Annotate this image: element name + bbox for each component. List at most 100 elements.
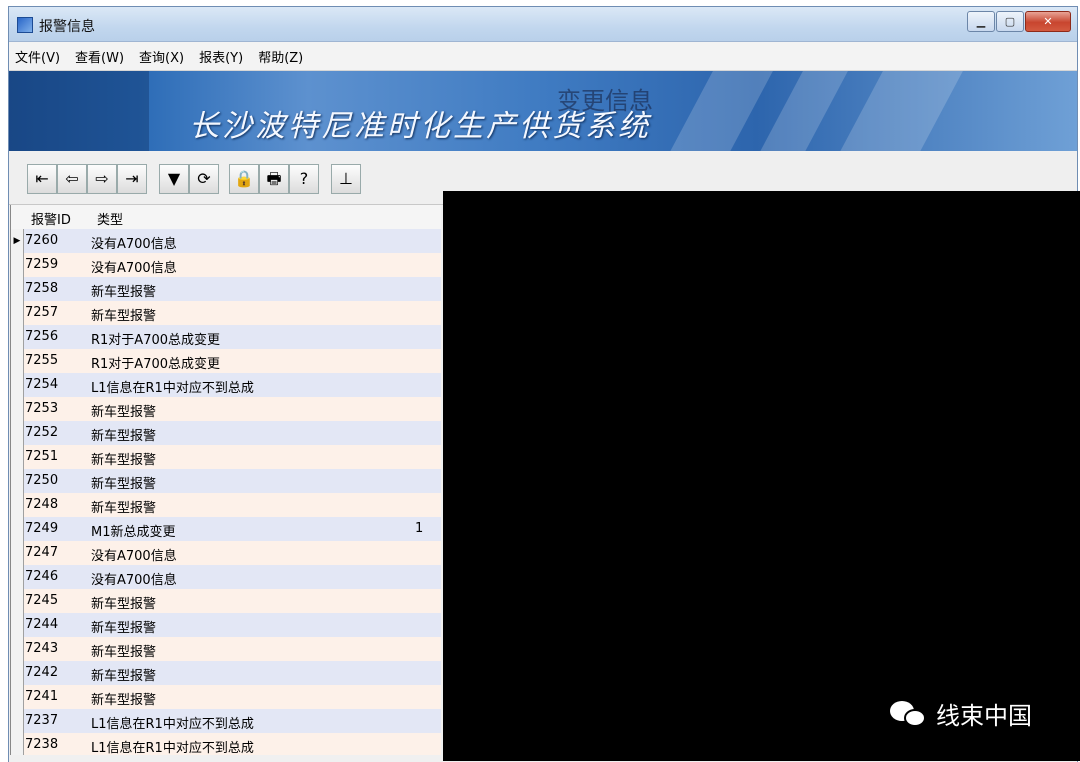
cell-type: 没有A700信息 bbox=[91, 573, 177, 588]
table-row[interactable]: 7250 新车型报警 bbox=[11, 469, 441, 494]
row-selector[interactable] bbox=[11, 685, 24, 709]
table-row[interactable]: ▶ 7260 没有A700信息 bbox=[11, 229, 441, 254]
alarm-grid[interactable]: 报警ID 类型 ▶ 7260 没有A700信息 7259 没有A700信息 7258 新车型… bbox=[10, 205, 441, 755]
table-row[interactable]: 7255 R1对于A700总成变更 bbox=[11, 349, 441, 374]
cell-alarm-id: 7237 bbox=[25, 713, 59, 728]
table-row[interactable]: 7248 新车型报警 bbox=[11, 493, 441, 518]
table-row[interactable]: 7256 R1对于A700总成变更 bbox=[11, 325, 441, 350]
row-selector[interactable] bbox=[11, 373, 24, 397]
row-selector[interactable] bbox=[11, 421, 24, 445]
table-row[interactable]: 7258 新车型报警 bbox=[11, 277, 441, 302]
refresh-icon[interactable]: ⟳ bbox=[189, 164, 219, 194]
print-icon[interactable]: 🖶 bbox=[259, 164, 289, 194]
cell-type: 新车型报警 bbox=[91, 285, 157, 300]
cell-alarm-id: 7255 bbox=[25, 353, 59, 368]
table-row[interactable]: 7243 新车型报警 bbox=[11, 637, 441, 662]
cell-alarm-id: 7241 bbox=[25, 689, 59, 704]
table-row[interactable]: 7246 没有A700信息 bbox=[11, 565, 441, 590]
cell-alarm-id: 7247 bbox=[25, 545, 59, 560]
window-title: 报警信息 bbox=[39, 19, 95, 35]
row-selector[interactable] bbox=[11, 253, 24, 277]
row-selector[interactable] bbox=[11, 517, 24, 541]
cell-alarm-id: 7260 bbox=[25, 233, 59, 248]
row-selector[interactable] bbox=[11, 637, 24, 661]
table-row[interactable]: 7259 没有A700信息 bbox=[11, 253, 441, 278]
cell-alarm-id: 7259 bbox=[25, 257, 59, 272]
cell-type: 新车型报警 bbox=[91, 477, 157, 492]
cell-alarm-id: 7238 bbox=[25, 737, 59, 752]
current-row-indicator-icon[interactable]: ▶ bbox=[11, 229, 24, 253]
filter-icon[interactable]: ▼ bbox=[159, 164, 189, 194]
header-alarm-id[interactable]: 报警ID bbox=[31, 209, 71, 228]
help-icon[interactable]: ? bbox=[289, 164, 319, 194]
table-row[interactable]: 7254 L1信息在R1中对应不到总成 bbox=[11, 373, 441, 398]
menu-report[interactable]: 报表(Y) bbox=[199, 47, 243, 66]
row-selector[interactable] bbox=[11, 397, 24, 421]
row-selector[interactable] bbox=[11, 709, 24, 733]
table-row[interactable]: 7249 M1新总成变更 1 bbox=[11, 517, 441, 542]
row-selector[interactable] bbox=[11, 349, 24, 373]
cell-type: 新车型报警 bbox=[91, 669, 157, 684]
row-selector[interactable] bbox=[11, 565, 24, 589]
cell-type: 新车型报警 bbox=[91, 645, 157, 660]
row-selector[interactable] bbox=[11, 661, 24, 685]
previous-record-icon[interactable]: ⇦ bbox=[57, 164, 87, 194]
lock-icon[interactable]: 🔒 bbox=[229, 164, 259, 194]
cell-type: 新车型报警 bbox=[91, 309, 157, 324]
row-selector[interactable] bbox=[11, 469, 24, 493]
cell-alarm-id: 7245 bbox=[25, 593, 59, 608]
row-selector[interactable] bbox=[11, 589, 24, 613]
cell-type: 新车型报警 bbox=[91, 597, 157, 612]
cell-alarm-id: 7243 bbox=[25, 641, 59, 656]
cell-alarm-id: 7246 bbox=[25, 569, 59, 584]
cell-alarm-id: 7252 bbox=[25, 425, 59, 440]
cell-type: 新车型报警 bbox=[91, 405, 157, 420]
table-row[interactable]: 7242 新车型报警 bbox=[11, 661, 441, 686]
title-bar: 报警信息 ▁ ▢ ✕ bbox=[9, 7, 1077, 42]
row-selector[interactable] bbox=[11, 277, 24, 301]
cell-type: R1对于A700总成变更 bbox=[91, 333, 221, 348]
table-row[interactable]: 7251 新车型报警 bbox=[11, 445, 441, 470]
cell-type: 新车型报警 bbox=[91, 693, 157, 708]
table-row[interactable]: 7247 没有A700信息 bbox=[11, 541, 441, 566]
grid-header: 报警ID 类型 bbox=[11, 205, 441, 230]
table-row[interactable]: 7245 新车型报警 bbox=[11, 589, 441, 614]
cell-type: 没有A700信息 bbox=[91, 261, 177, 276]
table-row[interactable]: 7237 L1信息在R1中对应不到总成 bbox=[11, 709, 441, 734]
row-selector[interactable] bbox=[11, 541, 24, 565]
minimize-button[interactable]: ▁ bbox=[967, 11, 995, 32]
row-selector[interactable] bbox=[11, 325, 24, 349]
table-row[interactable]: 7238 L1信息在R1中对应不到总成 bbox=[11, 733, 441, 755]
header-type[interactable]: 类型 bbox=[97, 209, 123, 228]
menu-file[interactable]: 文件(V) bbox=[15, 47, 60, 66]
menu-bar: 文件(V) 查看(W) 查询(X) 报表(Y) 帮助(Z) bbox=[9, 42, 1077, 71]
menu-query[interactable]: 查询(X) bbox=[139, 47, 184, 66]
cell-type: 新车型报警 bbox=[91, 429, 157, 444]
close-button[interactable]: ✕ bbox=[1025, 11, 1071, 32]
cell-alarm-id: 7253 bbox=[25, 401, 59, 416]
cell-type: 新车型报警 bbox=[91, 501, 157, 516]
table-row[interactable]: 7244 新车型报警 bbox=[11, 613, 441, 638]
next-record-icon[interactable]: ⇨ bbox=[87, 164, 117, 194]
row-selector[interactable] bbox=[11, 493, 24, 517]
first-record-icon[interactable]: ⇤ bbox=[27, 164, 57, 194]
maximize-button[interactable]: ▢ bbox=[996, 11, 1024, 32]
row-selector[interactable] bbox=[11, 613, 24, 637]
table-row[interactable]: 7252 新车型报警 bbox=[11, 421, 441, 446]
cell-type: 新车型报警 bbox=[91, 453, 157, 468]
table-row[interactable]: 7253 新车型报警 bbox=[11, 397, 441, 422]
table-row[interactable]: 7241 新车型报警 bbox=[11, 685, 441, 710]
last-record-icon[interactable]: ⇥ bbox=[117, 164, 147, 194]
menu-help[interactable]: 帮助(Z) bbox=[258, 47, 303, 66]
banner-overlay-text: 变更信息 bbox=[557, 87, 653, 115]
cell-alarm-id: 7257 bbox=[25, 305, 59, 320]
exit-icon[interactable]: ⊥ bbox=[331, 164, 361, 194]
cell-type: L1信息在R1中对应不到总成 bbox=[91, 717, 254, 732]
cell-alarm-id: 7258 bbox=[25, 281, 59, 296]
row-selector[interactable] bbox=[11, 301, 24, 325]
menu-view[interactable]: 查看(W) bbox=[75, 47, 124, 66]
row-selector[interactable] bbox=[11, 733, 24, 755]
row-selector[interactable] bbox=[11, 445, 24, 469]
table-row[interactable]: 7257 新车型报警 bbox=[11, 301, 441, 326]
app-banner: 长沙波特尼准时化生产供货系统 变更信息 bbox=[9, 71, 1077, 151]
